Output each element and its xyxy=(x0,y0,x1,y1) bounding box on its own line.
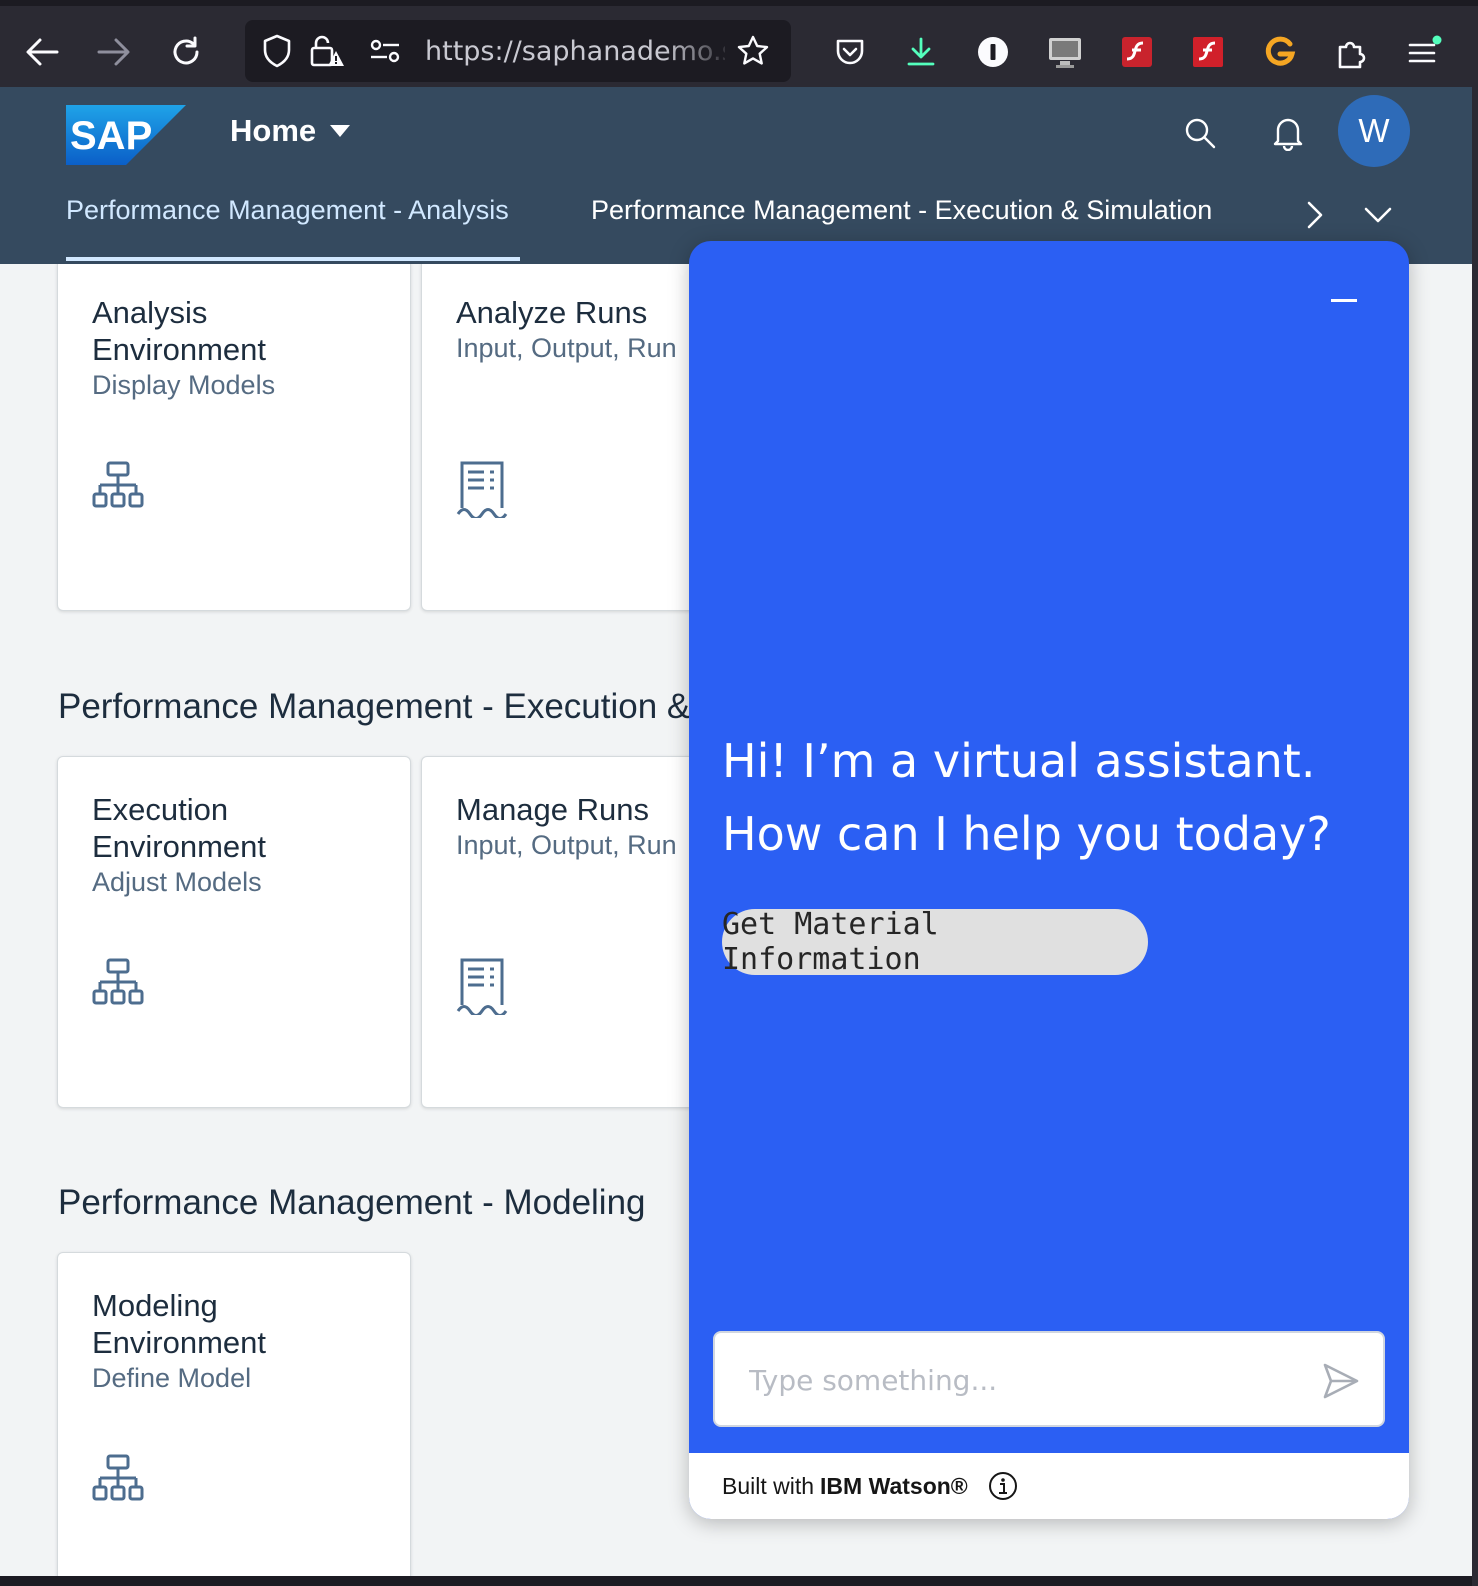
tile-subtitle: Display Models xyxy=(92,370,276,400)
user-avatar[interactable]: W xyxy=(1338,95,1410,167)
chevron-right-icon[interactable] xyxy=(1295,195,1335,235)
shield-icon[interactable] xyxy=(257,31,297,71)
tile-subtitle: Adjust Models xyxy=(92,867,262,897)
notification-bell-icon[interactable] xyxy=(1268,111,1308,155)
group-title-modeling: Performance Management - Modeling xyxy=(58,1183,646,1222)
tile-title-line: Analysis xyxy=(92,295,208,330)
hierarchy-icon xyxy=(92,1453,144,1509)
tile-modeling-environment[interactable]: Modeling Environment Define Model xyxy=(57,1252,411,1576)
permissions-icon[interactable] xyxy=(365,31,405,71)
hierarchy-icon xyxy=(92,460,144,516)
chevron-down-icon[interactable] xyxy=(1358,195,1398,235)
tile-title: Analysis Environment Display Models xyxy=(92,294,392,402)
extension-g-icon[interactable] xyxy=(1260,32,1300,72)
search-icon[interactable] xyxy=(1180,111,1220,155)
tile-title-line: Environment xyxy=(92,829,267,864)
forward-icon[interactable] xyxy=(94,32,134,72)
home-menu[interactable]: Home xyxy=(230,113,351,149)
caret-down-icon xyxy=(330,125,351,137)
window-edge xyxy=(1472,87,1478,1586)
tile-title-line: Modeling xyxy=(92,1288,218,1323)
hierarchy-icon xyxy=(92,957,144,1013)
browser-toolbar: https://saphanademo.sap xyxy=(0,0,1478,87)
download-icon[interactable] xyxy=(901,32,941,72)
tab-analysis[interactable]: Performance Management - Analysis xyxy=(66,195,509,226)
receipt-icon xyxy=(456,957,508,1017)
extension-monitor-icon[interactable] xyxy=(1045,32,1085,72)
menu-hamburger-icon[interactable] xyxy=(1404,32,1444,72)
extension-1password-icon[interactable] xyxy=(973,32,1013,72)
tile-title-line: Execution xyxy=(92,792,229,827)
extensions-puzzle-icon[interactable] xyxy=(1332,32,1372,72)
url-fade xyxy=(665,30,735,72)
back-icon[interactable] xyxy=(22,32,62,72)
tile-title-line: Environment xyxy=(92,332,267,367)
chat-input-container xyxy=(713,1331,1385,1427)
bookmark-star-icon[interactable] xyxy=(733,31,773,71)
url-bar[interactable]: https://saphanademo.sap xyxy=(245,20,791,82)
tile-title-line: Environment xyxy=(92,1325,267,1360)
svg-text:SAP: SAP xyxy=(70,114,152,158)
footer-prefix: Built with xyxy=(722,1472,815,1499)
extension-flash-player-icon[interactable] xyxy=(1188,32,1228,72)
tile-subtitle: Define Model xyxy=(92,1363,252,1393)
tile-title: Modeling Environment Define Model xyxy=(92,1287,392,1395)
info-icon[interactable] xyxy=(988,1471,1018,1501)
chat-message-input[interactable] xyxy=(749,1357,1289,1403)
home-label: Home xyxy=(230,113,317,148)
group-title-execution: Performance Management - Execution & xyxy=(58,687,691,726)
receipt-icon xyxy=(456,460,508,520)
footer-brand: IBM Watson® xyxy=(820,1472,968,1499)
suggestion-button[interactable]: Get Material Information xyxy=(722,907,1148,977)
tab-execution-simulation[interactable]: Performance Management - Execution & Sim… xyxy=(591,195,1212,226)
minimize-icon[interactable] xyxy=(1331,299,1357,302)
tile-execution-environment[interactable]: Execution Environment Adjust Models xyxy=(57,756,411,1108)
assistant-greeting: Hi! I’m a virtual assistant. How can I h… xyxy=(722,734,1331,861)
sap-logo[interactable]: SAP xyxy=(66,105,186,165)
pocket-icon[interactable] xyxy=(830,32,870,72)
send-icon[interactable] xyxy=(1317,1357,1365,1405)
sap-shell-bar: SAP Home W Performance Management - Anal… xyxy=(0,87,1478,264)
virtual-assistant-panel: Hi! I’m a virtual assistant. How can I h… xyxy=(689,241,1409,1519)
active-tab-indicator xyxy=(66,257,520,261)
extension-flash-icon[interactable] xyxy=(1117,32,1157,72)
chat-footer: Built with IBM Watson® xyxy=(689,1453,1409,1519)
reload-icon[interactable] xyxy=(166,32,206,72)
insecure-lock-icon[interactable] xyxy=(307,31,347,71)
tile-analysis-environment[interactable]: Analysis Environment Display Models xyxy=(57,264,411,611)
tile-title: Execution Environment Adjust Models xyxy=(92,791,392,899)
